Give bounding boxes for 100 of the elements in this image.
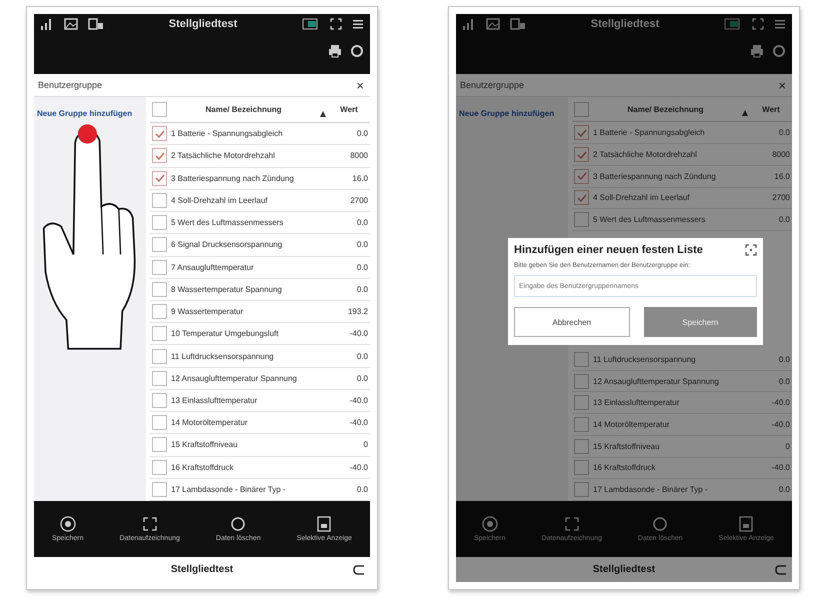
row-checkbox[interactable] — [574, 352, 589, 367]
row-checkbox[interactable] — [152, 415, 167, 430]
image-icon — [64, 18, 78, 30]
parameter-value: 2700 — [771, 193, 790, 202]
row-checkbox[interactable] — [152, 192, 167, 208]
menu-icon[interactable] — [352, 18, 364, 30]
parameter-name: 3 Batteriespannung nach Zündung — [171, 174, 295, 183]
row-checkbox[interactable] — [574, 190, 589, 206]
group-title: Benutzergruppe — [460, 80, 524, 90]
select-all-checkbox[interactable] — [574, 102, 589, 117]
column-header[interactable]: Wert — [752, 104, 790, 114]
parameter-name: 1 Batterie - Spannungsabgleich — [593, 128, 706, 138]
parameter-value: 0 — [784, 442, 790, 451]
parameter-value: 0 — [362, 440, 368, 450]
parameter-value: 0.0 — [778, 376, 790, 386]
row-checkbox[interactable] — [574, 438, 589, 454]
row-checkbox[interactable] — [574, 374, 589, 389]
printer-icon[interactable] — [328, 44, 342, 58]
parameter-name: 12 Ansauglufttemperatur Spannung — [171, 374, 298, 383]
column-header[interactable]: Wert — [330, 105, 368, 114]
close-button[interactable]: × — [354, 78, 366, 92]
column-header[interactable]: Name/ Bezeichnung — [593, 104, 738, 114]
row-checkbox[interactable] — [152, 482, 167, 497]
checkmark-icon — [576, 194, 586, 202]
document-icon — [88, 18, 104, 30]
parameter-value: 0.0 — [356, 240, 368, 250]
row-checkbox[interactable] — [574, 147, 589, 162]
fullscreen-icon[interactable] — [330, 18, 342, 30]
parameter-name: 16 Kraftstoffdruck — [593, 463, 657, 472]
expand-icon — [142, 516, 158, 532]
parameter-name: 6 Signal Drucksensorspannung — [171, 240, 284, 250]
row-checkbox[interactable] — [152, 348, 167, 364]
row-checkbox[interactable] — [152, 215, 167, 230]
expand-icon — [564, 516, 580, 532]
parameter-value: -40.0 — [770, 420, 790, 429]
parameter-value: -40.0 — [348, 329, 368, 338]
column-header[interactable]: Name/ Bezeichnung — [171, 105, 316, 114]
parameter-name: 13 Einlasslufttemperatur — [593, 398, 680, 408]
document-icon — [510, 18, 526, 30]
footer-title: Stellgliedtest — [592, 564, 656, 575]
parameter-value: 0.0 — [356, 484, 368, 494]
checkmark-icon — [154, 130, 164, 138]
row-checkbox[interactable] — [152, 237, 167, 252]
row-checkbox[interactable] — [152, 282, 167, 297]
cancel-button[interactable]: Abbrechen — [514, 307, 630, 337]
checkmark-icon — [154, 152, 164, 160]
parameter-value: 16.0 — [773, 172, 790, 181]
add-group-link[interactable]: Neue Gruppe hinzufügen — [37, 109, 132, 118]
parameter-value: 0.0 — [356, 284, 368, 294]
row-checkbox[interactable] — [152, 326, 167, 342]
document-icon — [738, 516, 754, 532]
parameter-name: 1 Batterie - Spannungsabgleich — [171, 129, 284, 138]
row-checkbox[interactable] — [574, 416, 589, 432]
sort-icon[interactable] — [320, 110, 326, 117]
row-checkbox[interactable] — [574, 125, 589, 140]
parameter-name: 7 Ansauglufttemperatur — [171, 262, 255, 272]
select-all-checkbox[interactable] — [152, 102, 167, 118]
parameter-name: 16 Kraftstoffdruck — [171, 462, 235, 472]
signal-icon — [40, 18, 54, 30]
checkmark-icon — [154, 174, 164, 182]
row-checkbox[interactable] — [152, 260, 167, 275]
row-checkbox[interactable] — [152, 148, 167, 164]
row-checkbox[interactable] — [574, 395, 589, 410]
add-group-link[interactable]: Neue Gruppe hinzufügen — [459, 109, 554, 118]
document-icon — [316, 516, 332, 532]
row-checkbox[interactable] — [574, 212, 589, 228]
parameter-name: 2 Tatsächliche Motordrehzahl — [593, 150, 698, 160]
parameter-name: 4 Soll-Drehzahl im Leerlauf — [171, 196, 268, 205]
image-icon — [486, 18, 500, 30]
row-checkbox[interactable] — [152, 304, 167, 320]
parameter-value: 0.0 — [778, 128, 790, 138]
parameter-value: 0.0 — [356, 218, 368, 228]
row-checkbox[interactable] — [152, 437, 167, 452]
row-checkbox[interactable] — [574, 460, 589, 476]
parameter-name: 17 Lambdasonde - Binärer Typ - — [593, 485, 709, 494]
parameter-value: 8000 — [349, 151, 368, 160]
parameter-value: -40.0 — [348, 396, 368, 406]
close-button[interactable]: × — [776, 78, 788, 92]
scan-icon[interactable] — [745, 244, 757, 256]
parameter-value: -40.0 — [770, 398, 790, 408]
sort-icon[interactable] — [742, 110, 748, 116]
row-checkbox[interactable] — [152, 460, 167, 475]
parameter-name: 4 Soll-Drehzahl im Leerlauf — [593, 193, 690, 202]
parameter-value: 193.2 — [346, 307, 368, 316]
parameter-value: 0.0 — [356, 129, 368, 138]
parameter-value: 8000 — [771, 150, 790, 160]
parameter-name: 2 Tatsächliche Motordrehzahl — [171, 151, 276, 160]
row-checkbox[interactable] — [152, 170, 167, 186]
row-checkbox[interactable] — [152, 126, 167, 142]
parameter-name: 17 Lambdasonde - Binärer Typ - — [171, 484, 287, 494]
row-checkbox[interactable] — [574, 168, 589, 184]
row-checkbox[interactable] — [152, 370, 167, 386]
checkmark-icon — [576, 150, 586, 159]
signal-icon — [462, 18, 476, 30]
row-checkbox[interactable] — [152, 393, 167, 408]
parameter-value: 0.0 — [778, 354, 790, 364]
row-checkbox[interactable] — [574, 482, 589, 498]
app-title: Stellgliedtest — [590, 18, 660, 30]
checkmark-icon — [576, 128, 586, 137]
parameter-name: 11 Luftdrucksensorspannung — [593, 354, 697, 364]
